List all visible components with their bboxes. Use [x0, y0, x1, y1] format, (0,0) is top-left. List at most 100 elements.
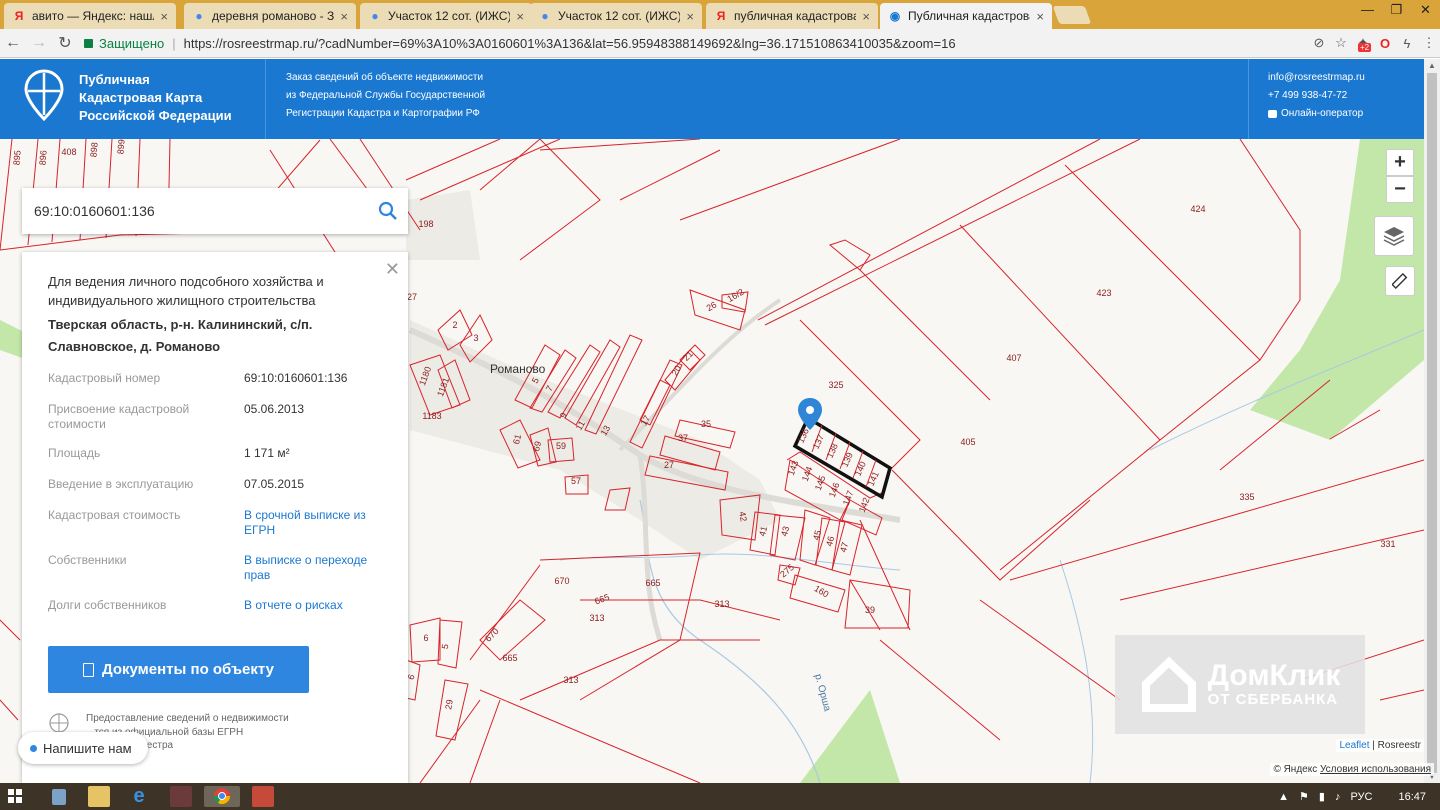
phone-link[interactable]: +7 499 938-47-72	[1268, 87, 1365, 105]
search-input[interactable]: 69:10:0160601:136	[34, 203, 368, 219]
chrome-task-button[interactable]	[204, 786, 240, 807]
parcel-number-label: 21	[681, 349, 695, 363]
layers-button[interactable]	[1374, 216, 1414, 256]
contacts: info@rosreestrmap.ru +7 499 938-47-72 Он…	[1268, 69, 1365, 123]
windows-start-icon[interactable]	[8, 789, 22, 803]
zoom-in-button[interactable]: +	[1386, 149, 1414, 176]
email-link[interactable]: info@rosreestrmap.ru	[1268, 69, 1365, 87]
parcel-number-label: 46	[824, 535, 836, 547]
pdf-app-icon[interactable]	[252, 786, 274, 807]
browser-tab[interactable]: ◉ Публичная кадастровая ×	[880, 3, 1052, 29]
stream-line	[1059, 559, 1094, 783]
flag-icon[interactable]: ⚑	[1299, 790, 1309, 803]
info-key: Собственники	[48, 553, 127, 567]
cadastral-search[interactable]: 69:10:0160601:136	[22, 188, 408, 234]
parcel-number-label: 325	[828, 380, 843, 390]
site-brand[interactable]: Публичная Кадастровая Карта Российской Ф…	[79, 71, 232, 125]
parcel-number-label: 42	[737, 511, 749, 523]
secure-indicator[interactable]: Защищено	[84, 36, 164, 51]
house-icon	[1141, 655, 1196, 712]
tab-close-icon[interactable]: ×	[1036, 9, 1044, 24]
order-line: Заказ сведений об объекте недвижимости	[286, 72, 484, 83]
owners-link[interactable]: В выписке о переходе прав	[244, 553, 384, 583]
restore-icon[interactable]: ❐	[1382, 0, 1411, 20]
close-window-icon[interactable]: ✕	[1411, 0, 1440, 20]
page-scrollbar[interactable]: ▲ ▼	[1424, 59, 1440, 783]
parcel-number-label: 29	[443, 699, 455, 711]
chat-widget-button[interactable]: Напишите нам	[18, 732, 148, 764]
parcel-number-label: 665	[593, 592, 611, 607]
parcel-number-label: 138	[825, 442, 840, 460]
tab-close-icon[interactable]: ×	[340, 9, 348, 24]
language-indicator[interactable]: РУС	[1350, 791, 1372, 803]
chat-label: Напишите нам	[43, 740, 132, 756]
google-icon: ●	[541, 9, 549, 23]
address-bar: ← → ↻ Защищено | https://rosreestrmap.ru…	[0, 29, 1440, 58]
network-icon[interactable]: ▮	[1319, 790, 1325, 803]
tab-close-icon[interactable]: ×	[862, 9, 870, 24]
tab-close-icon[interactable]: ×	[686, 9, 694, 24]
close-icon[interactable]: ✕	[385, 260, 400, 278]
debts-link[interactable]: В отчете о рисках	[244, 598, 394, 613]
volume-icon[interactable]: ♪	[1335, 791, 1341, 803]
online-operator-link[interactable]: Онлайн-оператор	[1268, 105, 1365, 123]
tab-close-icon[interactable]: ×	[516, 9, 524, 24]
tab-title: деревня романово - Зем	[212, 9, 335, 23]
reload-icon[interactable]: ↻	[52, 33, 78, 53]
url-field[interactable]: https://rosreestrmap.ru/?cadNumber=69%3A…	[184, 36, 1308, 51]
layers-icon	[1383, 227, 1405, 246]
back-icon[interactable]: ←	[0, 34, 26, 52]
bookmark-star-icon[interactable]: ☆	[1330, 35, 1352, 51]
attribution-source: | Rosreestr	[1369, 740, 1421, 751]
browser-tab[interactable]: ● Участок 12 сот. (ИЖС) н ×	[360, 3, 532, 29]
tray-arrow-icon[interactable]: ▲	[1278, 791, 1289, 803]
scroll-up-icon[interactable]: ▲	[1428, 61, 1436, 70]
terms-link[interactable]: Условия использования	[1320, 764, 1431, 775]
online-dot-icon	[30, 744, 37, 752]
ruler-button[interactable]	[1385, 266, 1415, 296]
lightning-icon[interactable]: ϟ	[1396, 36, 1418, 51]
site-header: Публичная Кадастровая Карта Российской Ф…	[0, 59, 1424, 139]
parcel-number-label: 41	[757, 525, 769, 537]
header-divider	[265, 59, 266, 139]
explorer-icon[interactable]	[88, 786, 110, 807]
browser-tab[interactable]: Япубличная кадастровая ×	[706, 3, 878, 29]
leaflet-link[interactable]: Leaflet	[1339, 740, 1369, 751]
zoom-out-button[interactable]: −	[1386, 176, 1414, 203]
tab-title: Участок 12 сот. (ИЖС) н	[558, 9, 681, 23]
extension-icon[interactable]: ✦+2	[1352, 35, 1374, 52]
info-key: Площадь	[48, 446, 101, 460]
scroll-thumb[interactable]	[1427, 73, 1437, 773]
tab-close-icon[interactable]: ×	[160, 9, 168, 24]
browser-tab[interactable]: Яавито — Яндекс: нашлос ×	[4, 3, 176, 29]
parcel-number-label: 140	[853, 460, 868, 478]
domclick-banner[interactable]: ДомКлик ОТ СБЕРБАНКА	[1115, 635, 1365, 734]
logo-icon[interactable]	[24, 69, 64, 121]
ie-icon[interactable]: e	[128, 786, 150, 807]
new-tab-button[interactable]	[1052, 6, 1092, 24]
translate-icon[interactable]: ⊘	[1308, 35, 1330, 51]
cadastral-value-link[interactable]: В срочной выписке из ЕГРН	[244, 508, 384, 538]
river-label: р. Орша	[812, 673, 833, 713]
menu-icon[interactable]: ⋮	[1418, 35, 1440, 51]
chat-icon	[1268, 110, 1277, 118]
search-icon[interactable]	[368, 201, 408, 221]
parcel-number-label: 407	[1006, 353, 1021, 363]
parcel-number-label: 16/2	[725, 287, 745, 304]
documents-button[interactable]: Документы по объекту	[48, 646, 309, 693]
minimize-icon[interactable]: —	[1353, 0, 1382, 20]
yandex-icon: Я	[14, 9, 24, 23]
file-icon[interactable]	[52, 789, 66, 805]
parcel-number-label: 6	[423, 633, 428, 643]
parcel-number-label: 313	[563, 675, 578, 685]
browser-tab[interactable]: ● деревня романово - Зем ×	[184, 3, 356, 29]
forward-icon[interactable]: →	[26, 34, 52, 52]
parcel-number-label: 313	[589, 613, 604, 623]
opera-icon[interactable]: O	[1374, 36, 1396, 51]
village-label: Романово	[490, 362, 546, 376]
parcel-number-label: 5	[440, 643, 451, 650]
browser-tab[interactable]: ● Участок 12 сот. (ИЖС) н ×	[530, 3, 702, 29]
app-icon[interactable]	[170, 786, 192, 807]
ruler-icon	[1392, 273, 1408, 289]
clock[interactable]: 16:47	[1398, 791, 1426, 803]
